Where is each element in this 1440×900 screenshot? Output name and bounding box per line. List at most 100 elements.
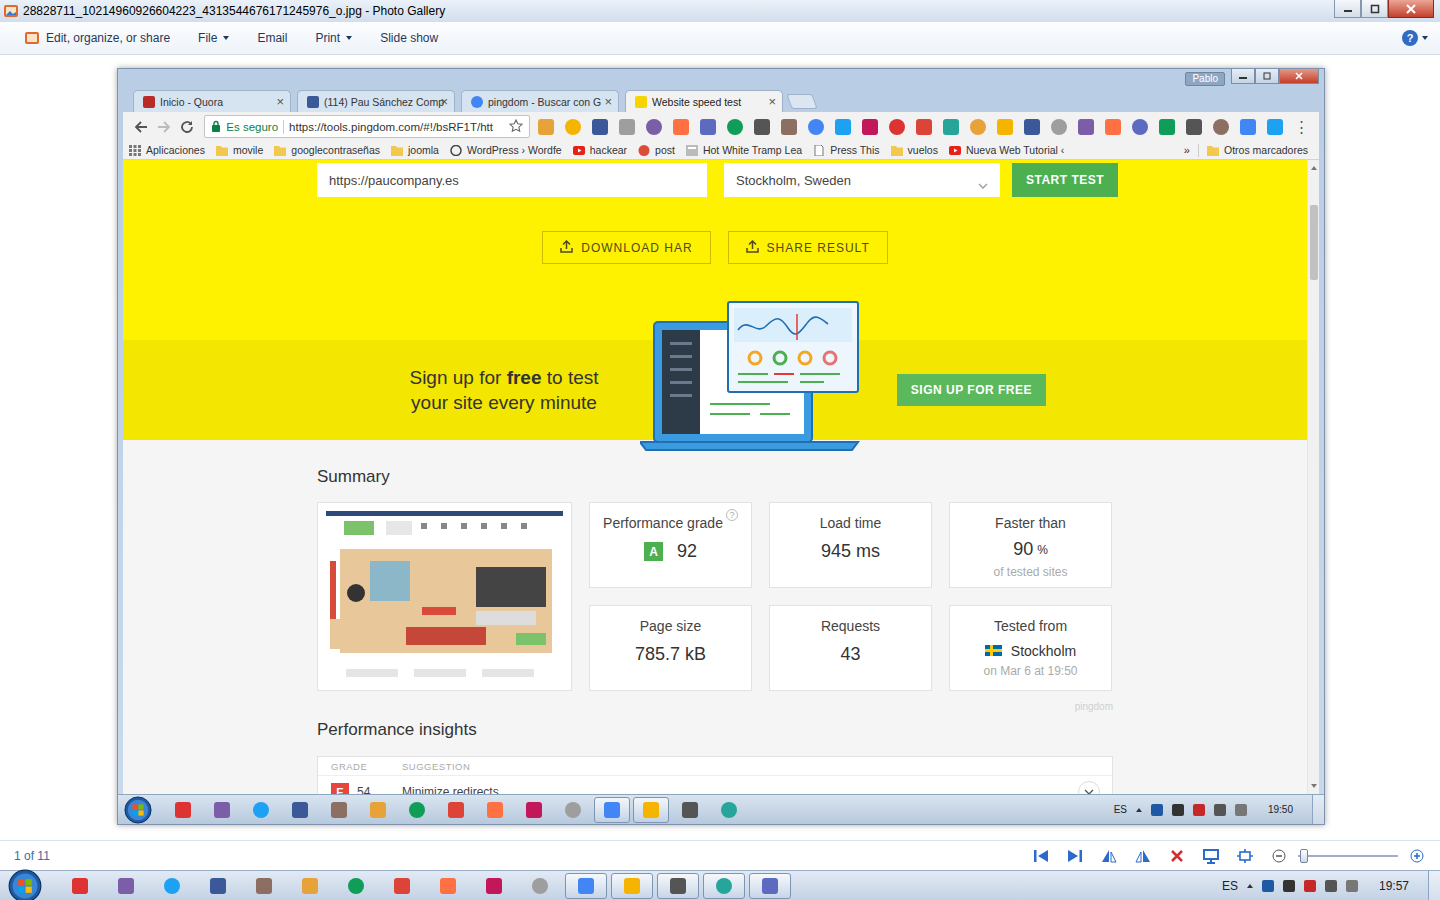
taskbar-app[interactable] (105, 873, 147, 899)
taskbar-app[interactable] (438, 797, 474, 823)
start-button-icon[interactable] (124, 796, 152, 824)
other-bookmarks[interactable]: Otros marcadores (1207, 144, 1308, 156)
extension-icon[interactable] (997, 119, 1013, 135)
help-icon[interactable]: ? (726, 509, 738, 521)
clock[interactable]: 19:50 (1268, 804, 1293, 815)
extension-icon[interactable] (1186, 119, 1202, 135)
language-indicator[interactable]: ES (1222, 879, 1238, 893)
bookmark[interactable]: Aplicaciones (129, 144, 205, 156)
slider-thumb[interactable] (1300, 849, 1308, 863)
extension-icon[interactable] (700, 119, 716, 135)
taskbar-app[interactable] (477, 797, 513, 823)
next-icon[interactable] (1066, 847, 1084, 865)
minimize-icon[interactable] (1334, 0, 1361, 18)
extension-icon[interactable] (1078, 119, 1094, 135)
close-icon[interactable] (1279, 69, 1319, 84)
bookmark[interactable]: hackear (573, 144, 627, 156)
taskbar-app[interactable] (555, 797, 591, 823)
taskbar-app[interactable] (321, 797, 357, 823)
extension-icon[interactable] (1024, 119, 1040, 135)
extension-icon[interactable] (943, 119, 959, 135)
extension-icon[interactable] (592, 119, 608, 135)
extension-icon[interactable] (538, 119, 554, 135)
rotate-left-icon[interactable] (1100, 847, 1118, 865)
extension-icon[interactable] (1105, 119, 1121, 135)
taskbar-app[interactable] (672, 797, 708, 823)
more-bookmarks-button[interactable]: » (1184, 144, 1190, 156)
taskbar-app[interactable] (473, 873, 515, 899)
taskbar-app[interactable] (703, 873, 745, 899)
bookmark[interactable]: joomla (391, 144, 439, 156)
taskbar-app[interactable] (360, 797, 396, 823)
tab-close-button[interactable]: × (604, 97, 612, 107)
menu-item[interactable]: Print (307, 27, 360, 49)
tray-icon[interactable] (1214, 804, 1226, 816)
action-button[interactable]: DOWNLOAD HAR (542, 231, 710, 264)
taskbar-app[interactable] (381, 873, 423, 899)
taskbar-app[interactable] (399, 797, 435, 823)
bookmark-star-icon[interactable] (509, 119, 523, 135)
menu-item[interactable]: Edit, organize, or share (16, 26, 178, 50)
bookmark[interactable]: movile (216, 144, 263, 156)
extension-icon[interactable] (1051, 119, 1067, 135)
expand-chevron-icon[interactable] (1078, 781, 1100, 794)
taskbar-app[interactable] (711, 797, 747, 823)
tab-close-button[interactable]: × (276, 97, 284, 107)
forward-arrow-icon[interactable] (152, 116, 175, 138)
extension-icon[interactable] (889, 119, 905, 135)
taskbar-app[interactable] (519, 873, 561, 899)
sign-up-button[interactable]: SIGN UP FOR FREE (897, 374, 1046, 406)
tray-icon[interactable] (1262, 880, 1274, 892)
previous-icon[interactable] (1032, 847, 1050, 865)
extension-icon[interactable] (1240, 119, 1256, 135)
extension-icon[interactable] (673, 119, 689, 135)
tray-icon[interactable] (1304, 880, 1316, 892)
extension-icon[interactable] (1267, 119, 1283, 135)
rotate-right-icon[interactable] (1134, 847, 1152, 865)
taskbar-app[interactable] (594, 797, 630, 823)
start-test-button[interactable]: START TEST (1012, 163, 1118, 197)
close-icon[interactable] (1388, 0, 1434, 18)
menu-item[interactable]: Slide show (372, 27, 446, 49)
location-select[interactable]: Stockholm, Sweden (724, 163, 1000, 197)
extension-icon[interactable] (808, 119, 824, 135)
show-desktop-button[interactable] (1312, 795, 1324, 824)
language-indicator[interactable]: ES (1114, 804, 1127, 815)
taskbar-app[interactable] (565, 873, 607, 899)
minimize-icon[interactable] (1231, 69, 1255, 84)
chrome-menu-button[interactable]: ⋮ (1294, 118, 1309, 136)
menu-item[interactable]: Email (249, 27, 295, 49)
tray-icon[interactable] (1283, 880, 1295, 892)
taskbar-app[interactable] (243, 797, 279, 823)
extension-icon[interactable] (619, 119, 635, 135)
extension-icon[interactable] (1132, 119, 1148, 135)
fit-to-window-icon[interactable] (1236, 847, 1254, 865)
tab[interactable]: (114) Pau Sánchez Comp× (297, 90, 455, 112)
show-desktop-button[interactable] (1428, 871, 1440, 900)
clock[interactable]: 19:57 (1379, 879, 1409, 893)
taskbar-app[interactable] (335, 873, 377, 899)
bookmark[interactable]: WordPress › Wordfe (450, 144, 562, 156)
tray-icon[interactable] (1172, 804, 1184, 816)
tray-icon[interactable] (1193, 804, 1205, 816)
maximize-icon[interactable] (1255, 69, 1279, 84)
bookmark[interactable]: googlecontraseñas (274, 144, 380, 156)
show-hidden-icons-icon[interactable] (1247, 884, 1253, 888)
tab[interactable]: pingdom - Buscar con G× (461, 90, 619, 112)
zoom-out-icon[interactable] (1270, 847, 1288, 865)
menu-item[interactable]: File (190, 27, 237, 49)
taskbar-app[interactable] (749, 873, 791, 899)
bookmark[interactable]: Hot White Tramp Lea (686, 144, 802, 156)
taskbar-app[interactable] (516, 797, 552, 823)
extension-icon[interactable] (754, 119, 770, 135)
extension-icon[interactable] (1213, 119, 1229, 135)
delete-icon[interactable] (1168, 847, 1186, 865)
extension-icon[interactable] (565, 119, 581, 135)
extension-icon[interactable] (646, 119, 662, 135)
tray-icon[interactable] (1235, 804, 1247, 816)
extension-icon[interactable] (862, 119, 878, 135)
back-arrow-icon[interactable] (129, 116, 152, 138)
taskbar-app[interactable] (59, 873, 101, 899)
reload-icon[interactable] (175, 116, 198, 138)
tab-close-button[interactable]: × (768, 97, 776, 107)
